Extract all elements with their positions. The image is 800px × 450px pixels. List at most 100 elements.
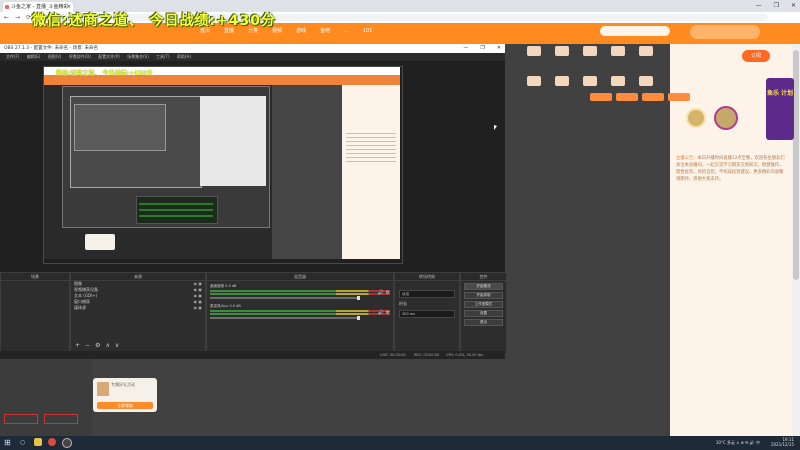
weather-widget[interactable]: 10°C 多云	[716, 440, 735, 445]
panel-shortcut[interactable]	[520, 46, 548, 68]
chrome-icon[interactable]	[48, 438, 56, 446]
obs-menu-item[interactable]: 帮助(H)	[177, 54, 191, 59]
gift-badge[interactable]: 订阅	[742, 50, 770, 62]
preview-nested-window-inner	[74, 104, 166, 151]
stream-overlay-title: 微信:述商之道、 今日战绩:+430分	[32, 13, 277, 29]
obs-menu-item[interactable]: 文件(F)	[6, 54, 19, 59]
volume-slider[interactable]	[210, 296, 360, 300]
dock-transitions-header: 转场特效	[395, 273, 459, 281]
start-button[interactable]: ⊞	[4, 439, 11, 447]
action-button[interactable]	[642, 93, 664, 101]
action-button[interactable]	[590, 93, 612, 101]
dock-mixer-header: 混音器	[207, 273, 393, 281]
start-recording-button[interactable]: 开始录制	[464, 292, 503, 299]
duration-input[interactable]: 300 ms	[399, 310, 455, 318]
shortcut-icon	[583, 76, 597, 86]
obs-menu-item[interactable]: 场景集合(S)	[127, 54, 149, 59]
panel-shortcut[interactable]	[548, 46, 576, 68]
left-action-button[interactable]	[4, 414, 38, 424]
back-button[interactable]: ←	[4, 12, 9, 23]
system-tray: 10°C 多云 ∧ ⊕ ✉ 🔊 中	[716, 440, 760, 446]
avatar[interactable]	[686, 108, 706, 128]
clock-date: 2021/12/15	[770, 442, 794, 447]
shortcut-icon	[527, 76, 541, 86]
source-item[interactable]: 媒体源 ◉ ▣	[71, 305, 205, 311]
obs-menu-item[interactable]: 编辑(E)	[27, 54, 41, 59]
obs-minimize-button[interactable]: —	[463, 44, 468, 53]
action-button[interactable]	[616, 93, 638, 101]
add-source-button[interactable]: +	[75, 342, 80, 349]
clock[interactable]: 19:11 2021/12/15	[771, 437, 794, 447]
source-settings-icon[interactable]: ⚙	[95, 342, 100, 349]
source-toolbar: + − ⚙ ∧ ∨	[75, 342, 119, 349]
promo-card: 专属好礼活动 立即领取	[93, 378, 157, 412]
minimize-button[interactable]: —	[756, 0, 762, 12]
maximize-button[interactable]: ❐	[774, 0, 779, 12]
obs-close-button[interactable]: ✕	[497, 44, 501, 53]
shortcut-icon	[527, 46, 541, 56]
dock-sources: 来源 图像 ◉ ▣ 视频捕获设备 ◉ ▣ 文本 (GDI+) ◉ ▣ 窗口捕获 ◉ ▣ …	[70, 272, 206, 354]
live-status: LIVE: 00:00:00	[380, 353, 406, 357]
left-menu	[4, 362, 88, 371]
settings-button[interactable]: 设置	[464, 310, 503, 317]
obs-menu-item[interactable]: 配置文件(P)	[98, 54, 120, 59]
site-nav-item[interactable]: 101	[363, 27, 373, 35]
volume-meter	[210, 313, 390, 315]
site-search-input[interactable]	[600, 26, 670, 36]
dock-sources-header: 来源	[71, 273, 205, 281]
obs-maximize-button[interactable]: ❐	[480, 44, 484, 53]
obs-menu-item[interactable]: 停靠部件(D)	[69, 54, 91, 59]
site-nav-item[interactable]: 游戏	[296, 27, 306, 35]
panel-shortcut[interactable]	[520, 76, 548, 98]
left-buttons	[4, 414, 78, 424]
move-up-button[interactable]: ∧	[105, 342, 109, 349]
studio-mode-button[interactable]: 工作室模式	[464, 301, 503, 308]
transition-type-select[interactable]: 淡出	[399, 290, 455, 298]
left-action-button[interactable]	[44, 414, 78, 424]
start-streaming-button[interactable]: 开始推流	[464, 283, 503, 290]
preview-promo-card	[85, 234, 115, 250]
tray-icons[interactable]: ∧ ⊕ ✉ 🔊 中	[736, 440, 760, 445]
volume-slider[interactable]	[210, 316, 360, 320]
speaker-gear-icon[interactable]: 🔊 ⚙	[378, 310, 390, 316]
taskbar-search-icon[interactable]: ○	[20, 439, 25, 446]
slider-knob[interactable]	[357, 316, 360, 320]
panel-shortcut[interactable]	[548, 76, 576, 98]
shortcut-icon	[583, 46, 597, 56]
forward-button[interactable]: →	[15, 12, 20, 23]
eye-lock-icon[interactable]: ◉ ▣	[193, 305, 202, 311]
speaker-gear-icon[interactable]: 🔊 ⚙	[378, 290, 390, 296]
panel-shortcut[interactable]	[576, 46, 604, 68]
obs-titlebar: OBS 27.1.3 - 配置文件: 未命名 - 场景: 未命名 — ❐ ✕	[0, 44, 505, 53]
action-button[interactable]	[668, 93, 690, 101]
exit-button[interactable]: 退出	[464, 319, 503, 326]
file-explorer-icon[interactable]	[34, 438, 42, 446]
shortcut-icon	[611, 76, 625, 86]
site-user-badge[interactable]	[690, 25, 760, 39]
preview-taskbar	[44, 259, 400, 262]
obs-menu-item[interactable]: 工具(T)	[156, 54, 170, 59]
site-nav-item[interactable]: 鱼吧	[320, 27, 330, 35]
volume-meter	[210, 290, 390, 292]
mouse-cursor-icon	[494, 125, 497, 130]
close-button[interactable]: ✕	[791, 0, 796, 12]
mixer-channel-name: 麦克风/Aux	[210, 304, 229, 308]
side-ad-banner[interactable]: 鱼乐 计划	[766, 78, 794, 140]
shortcut-icon	[555, 46, 569, 56]
avatar[interactable]	[714, 106, 738, 130]
obs-menu-item[interactable]: 视图(V)	[48, 54, 62, 59]
reload-button[interactable]: ⟳	[26, 12, 31, 23]
panel-shortcut[interactable]	[632, 46, 660, 68]
volume-meter	[210, 293, 390, 295]
remove-source-button[interactable]: −	[85, 342, 90, 349]
streamer-notice: 主播公告：本日开播时间直播12点至晚，欢迎各位朋友们关注本直播间，一起交流学习期…	[676, 155, 786, 183]
panel-shortcut[interactable]	[604, 46, 632, 68]
obs-icon[interactable]	[62, 438, 72, 448]
move-down-button[interactable]: ∨	[115, 342, 119, 349]
mixer-channel: 桌面音频 0.0 dB 🔊 ⚙	[210, 284, 390, 300]
promo-button[interactable]: 立即领取	[97, 402, 153, 409]
preview-nested-browser	[200, 96, 266, 186]
slider-knob[interactable]	[357, 296, 360, 300]
right-panel-icons	[520, 46, 670, 98]
site-nav-item[interactable]: ...	[344, 27, 349, 35]
